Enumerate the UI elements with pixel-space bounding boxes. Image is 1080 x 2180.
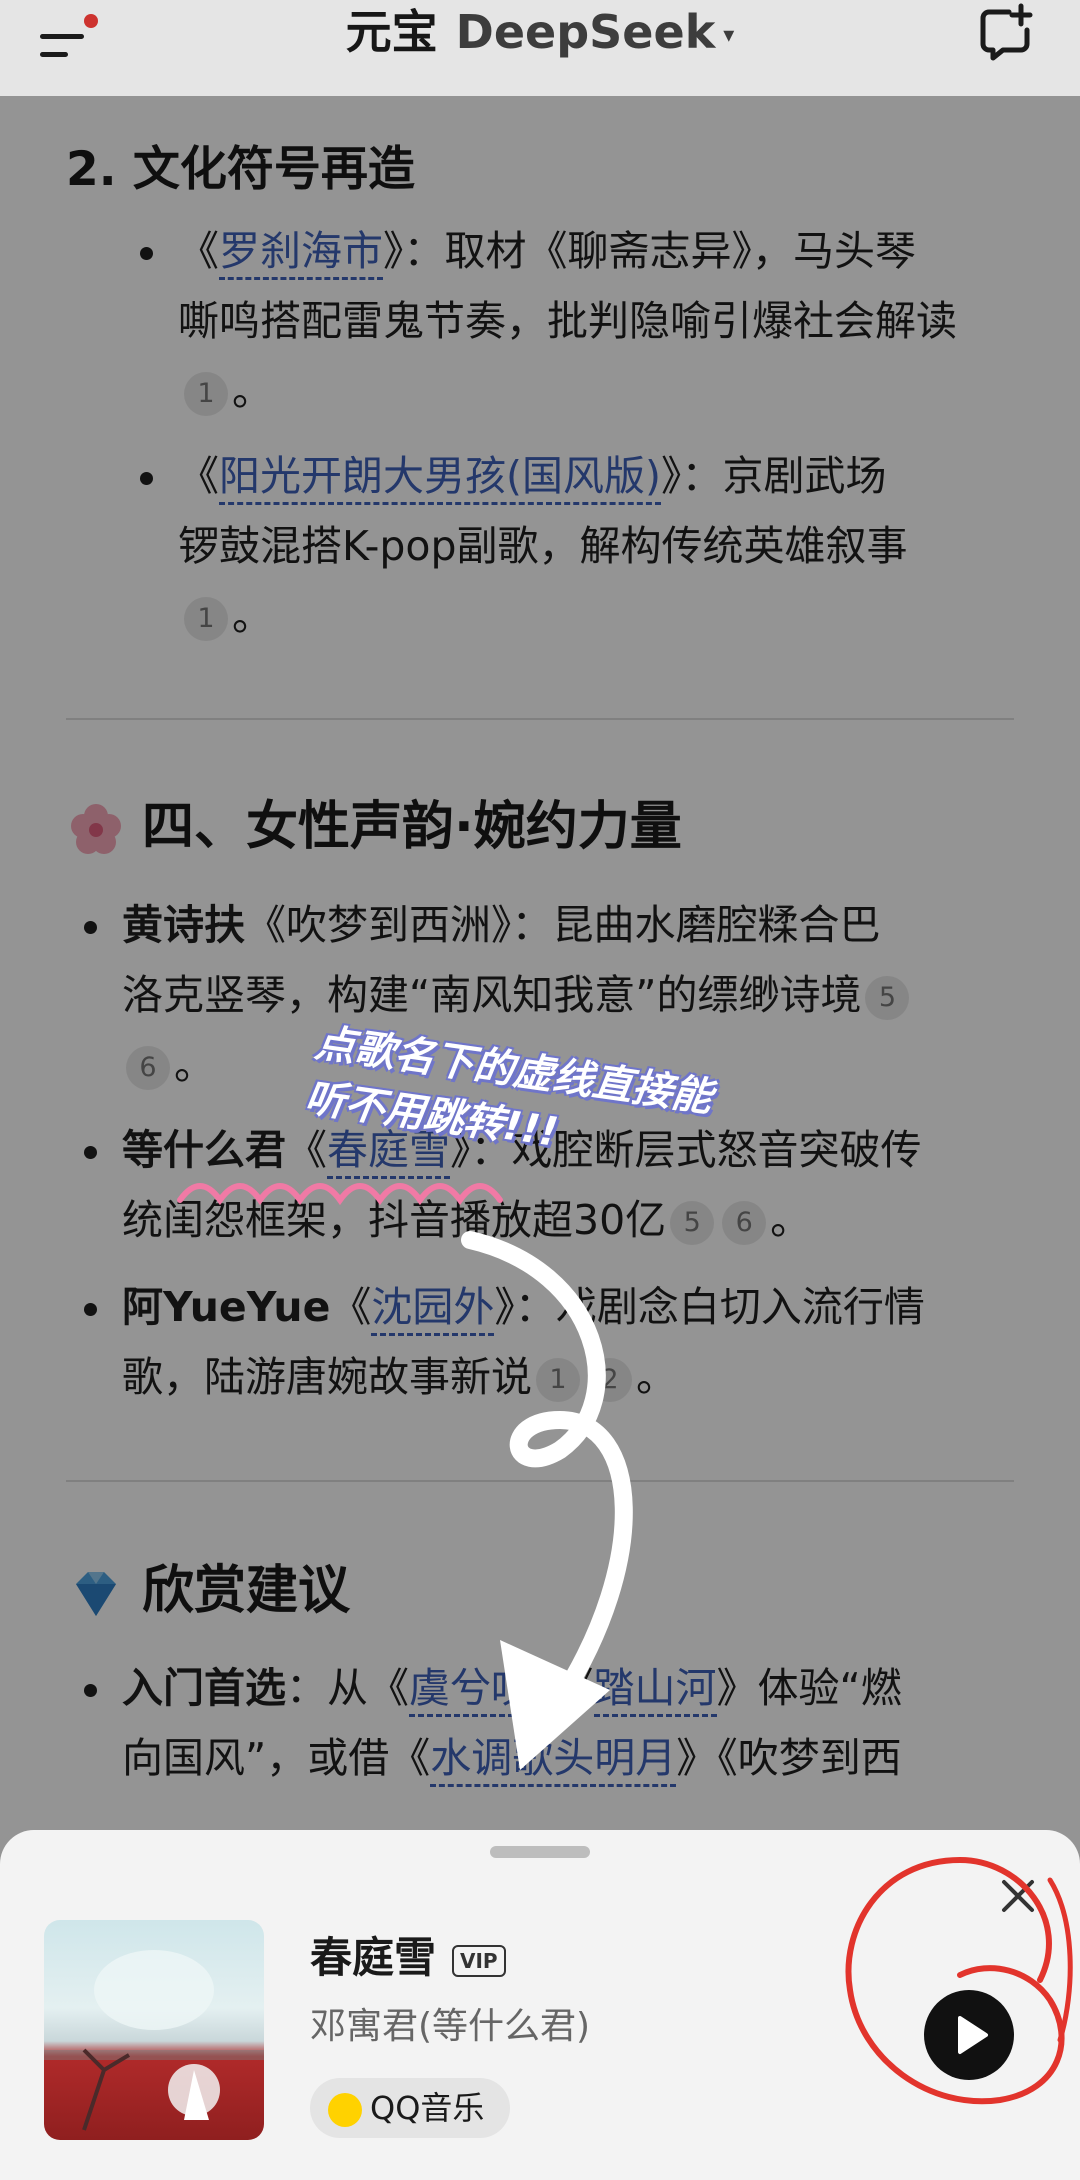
new-chat-icon[interactable] [975, 2, 1035, 62]
chevron-down-icon[interactable]: ▾ [723, 23, 734, 48]
app-bar: 元宝 DeepSeek ▾ [0, 0, 1080, 96]
close-icon[interactable] [996, 1874, 1040, 1918]
drag-handle[interactable] [490, 1846, 590, 1858]
song-title: 春庭雪 VIP [310, 1930, 506, 1986]
album-cover[interactable] [44, 1920, 264, 2140]
source-chip[interactable]: QQ音乐 [310, 2078, 511, 2138]
vip-badge: VIP [452, 1944, 506, 1977]
music-player-sheet: 春庭雪 VIP 邓寓君(等什么君) QQ音乐 [0, 1830, 1080, 2180]
play-button[interactable] [924, 1990, 1014, 2080]
artist-name: 邓寓君(等什么君) [310, 2006, 591, 2047]
play-icon [958, 2016, 988, 2054]
app-title[interactable]: 元宝 DeepSeek ▾ [0, 0, 1080, 64]
qq-music-icon [328, 2093, 362, 2127]
